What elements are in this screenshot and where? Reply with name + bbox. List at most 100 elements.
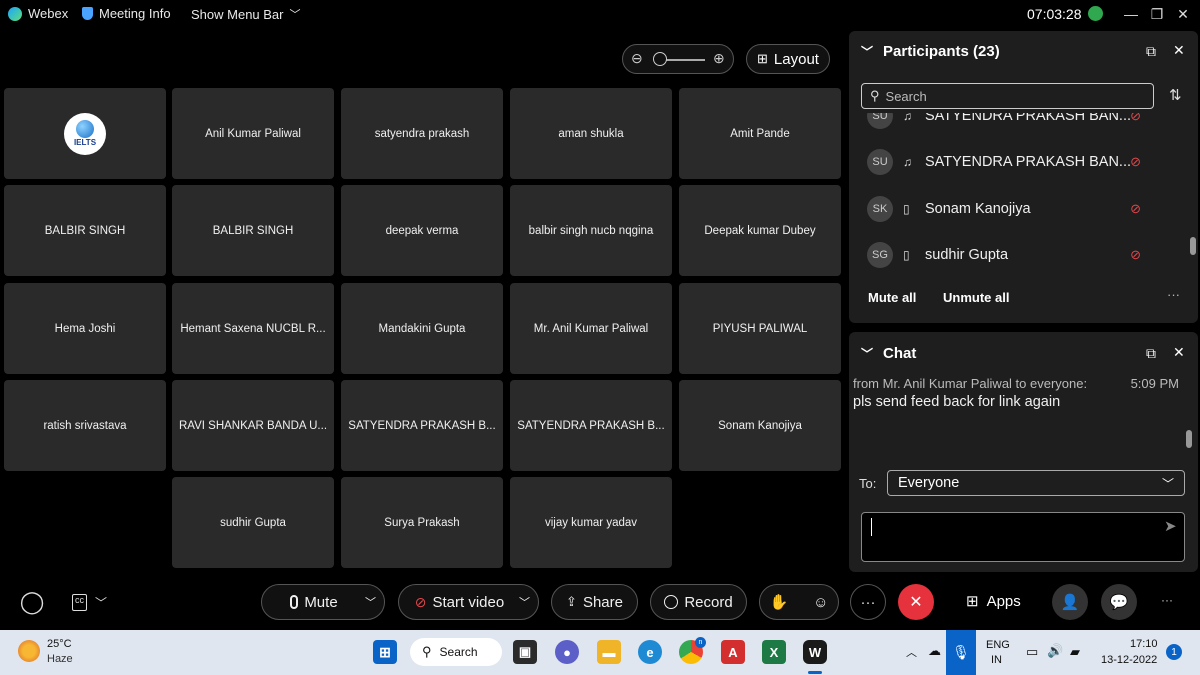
participant-video-tile[interactable]: SATYENDRA PRAKASH B... [510, 380, 672, 471]
participant-video-tile[interactable]: Deepak kumar Dubey [679, 185, 841, 276]
zoom-out-icon[interactable]: ⊖ [631, 50, 643, 67]
mute-all-button[interactable]: Mute all [868, 290, 916, 305]
participant-video-tile[interactable]: Hemant Saxena NUCBL R... [172, 283, 334, 374]
chat-header[interactable]: ﹀ Chat [861, 345, 916, 362]
notification-badge[interactable]: 1 [1166, 644, 1182, 660]
participant-video-tile[interactable]: Hema Joshi [4, 283, 166, 374]
muted-microphone-icon[interactable]: ⊘ [1130, 113, 1141, 124]
muted-microphone-icon[interactable]: ⊘ [1130, 201, 1141, 217]
unmute-all-button[interactable]: Unmute all [943, 290, 1009, 305]
reactions-icon[interactable]: ☺ [813, 594, 828, 611]
battery-icon[interactable]: ▰ [1070, 644, 1080, 660]
participant-video-tile[interactable]: SATYENDRA PRAKASH B... [341, 380, 503, 471]
chat-toggle-button[interactable]: 💬 [1101, 584, 1137, 620]
participant-row[interactable]: SU ♫ SATYENDRA PRAKASH BAN... ⊘ [867, 147, 1167, 177]
webex-taskbar-icon[interactable]: W [803, 640, 827, 664]
zoom-in-icon[interactable]: ⊕ [713, 50, 725, 67]
participant-row[interactable]: SU ♫ SATYENDRA PRAKASH BAN... ⊘ [867, 113, 1167, 131]
chevron-up-icon[interactable]: ︿ [906, 644, 917, 660]
acrobat-icon[interactable]: A [721, 640, 745, 664]
start-video-button[interactable]: ⊘ Start video ﹀ [398, 584, 539, 620]
meeting-info-button[interactable]: Meeting Info [82, 6, 171, 21]
chevron-down-icon[interactable]: ﹀ [519, 594, 530, 610]
raise-hand-icon[interactable]: ✋ [769, 593, 788, 611]
display-icon[interactable]: ▭ [1026, 644, 1038, 660]
participant-video-tile[interactable]: vijay kumar yadav [510, 477, 672, 568]
meeting-status-icon[interactable]: ◯ [14, 584, 50, 620]
participant-video-tile[interactable]: Anil Kumar Paliwal [172, 88, 334, 179]
weather-icon[interactable] [18, 640, 40, 662]
participant-video-tile[interactable]: deepak verma [341, 185, 503, 276]
participant-video-tile[interactable]: RAVI SHANKAR BANDA U... [172, 380, 334, 471]
close-window-button[interactable]: ✕ [1166, 0, 1200, 28]
taskbar-search[interactable]: ⚲ Search [410, 638, 502, 666]
participant-video-tile[interactable]: BALBIR SINGH [4, 185, 166, 276]
participant-list[interactable]: SU ♫ SATYENDRA PRAKASH BAN... ⊘ SU ♫ SATYENDRA… [849, 113, 1184, 281]
chat-message-input[interactable]: ➤ [861, 512, 1185, 562]
webex-app-menu[interactable]: Webex [8, 6, 68, 21]
participant-video-tile[interactable]: aman shukla [510, 88, 672, 179]
sort-icon[interactable]: ⇅ [1169, 86, 1182, 104]
show-menu-bar-button[interactable]: Show Menu Bar ﹀ [191, 6, 301, 22]
muted-microphone-icon[interactable]: ⊘ [1130, 154, 1141, 170]
file-explorer-icon[interactable]: ▬ [597, 640, 621, 664]
close-panel-icon[interactable]: ✕ [1173, 344, 1185, 361]
edge-browser-icon[interactable]: e [638, 640, 662, 664]
close-panel-icon[interactable]: ✕ [1173, 42, 1185, 59]
collapse-chevron-icon[interactable]: ﹀ [861, 43, 873, 60]
teams-chat-icon[interactable]: ● [555, 640, 579, 664]
captions-button[interactable]: cc ﹀ [72, 594, 107, 611]
mute-button[interactable]: Mute ﹀ [261, 584, 385, 620]
participants-header[interactable]: ﹀ Participants (23) [861, 43, 1000, 60]
chat-recipient-select[interactable]: Everyone ﹀ [887, 470, 1185, 496]
participant-video-tile[interactable]: IELTS [4, 88, 166, 179]
weather-desc[interactable]: Haze [47, 653, 73, 665]
participant-video-tile[interactable]: balbir singh nucb nqgina [510, 185, 672, 276]
weather-temp[interactable]: 25°C [47, 638, 72, 650]
zoom-slider-thumb[interactable] [653, 52, 667, 66]
participant-video-tile[interactable]: PIYUSH PALIWAL [679, 283, 841, 374]
participant-video-tile[interactable]: Sonam Kanojiya [679, 380, 841, 471]
popout-icon[interactable]: ⧉ [1146, 43, 1156, 60]
zoom-control[interactable]: ⊖ ⊕ [622, 44, 734, 74]
layout-button[interactable]: ⊞ Layout [746, 44, 830, 74]
reactions-group[interactable]: ✋ ☺ [759, 584, 839, 620]
system-date[interactable]: 13-12-2022 [1101, 654, 1157, 666]
participant-row[interactable]: SG ▯ sudhir Gupta ⊘ [867, 240, 1167, 270]
chat-scrollbar[interactable] [1186, 382, 1193, 462]
participant-video-tile[interactable]: sudhir Gupta [172, 477, 334, 568]
participant-video-tile[interactable]: ratish srivastava [4, 380, 166, 471]
participant-search-input[interactable]: ⚲ Search [861, 83, 1154, 109]
participant-video-tile[interactable]: BALBIR SINGH [172, 185, 334, 276]
excel-icon[interactable]: X [762, 640, 786, 664]
more-options-button[interactable]: ··· [850, 584, 886, 620]
participant-video-tile[interactable]: Amit Pande [679, 88, 841, 179]
popout-icon[interactable]: ⧉ [1146, 345, 1156, 362]
record-button[interactable]: Record [650, 584, 747, 620]
participants-toggle-button[interactable]: 👤 [1052, 584, 1088, 620]
participant-video-tile[interactable]: Surya Prakash [341, 477, 503, 568]
participant-video-tile[interactable]: Mr. Anil Kumar Paliwal [510, 283, 672, 374]
apps-button[interactable]: ⊞ Apps [966, 592, 1021, 611]
task-view-icon[interactable]: ▣ [513, 640, 537, 664]
participant-video-tile[interactable]: Mandakini Gupta [341, 283, 503, 374]
participant-row[interactable]: SK ▯ Sonam Kanojiya ⊘ [867, 194, 1167, 224]
participant-scrollbar[interactable] [1190, 121, 1196, 271]
collapse-chevron-icon[interactable]: ﹀ [861, 345, 873, 362]
language-indicator-top[interactable]: ENG [986, 639, 1010, 651]
leave-meeting-button[interactable]: ✕ [898, 584, 934, 620]
chevron-down-icon[interactable]: ﹀ [365, 594, 376, 610]
onedrive-icon[interactable]: ☁ [928, 643, 941, 659]
network-health-icon[interactable] [1088, 6, 1103, 21]
volume-icon[interactable]: 🔊 [1047, 643, 1063, 659]
windows-start-icon[interactable]: ⊞ [373, 640, 397, 664]
panel-options-icon[interactable]: ··· [1161, 593, 1173, 607]
system-time[interactable]: 17:10 [1130, 638, 1158, 650]
microphone-in-use-icon[interactable]: 🎙 [946, 630, 976, 675]
muted-microphone-icon[interactable]: ⊘ [1130, 247, 1141, 263]
participant-video-tile[interactable]: satyendra prakash [341, 88, 503, 179]
more-options-icon[interactable]: ··· [1167, 287, 1180, 302]
language-indicator-bottom[interactable]: IN [991, 654, 1002, 666]
share-button[interactable]: ⇪ Share [551, 584, 638, 620]
send-icon[interactable]: ➤ [1164, 517, 1177, 535]
